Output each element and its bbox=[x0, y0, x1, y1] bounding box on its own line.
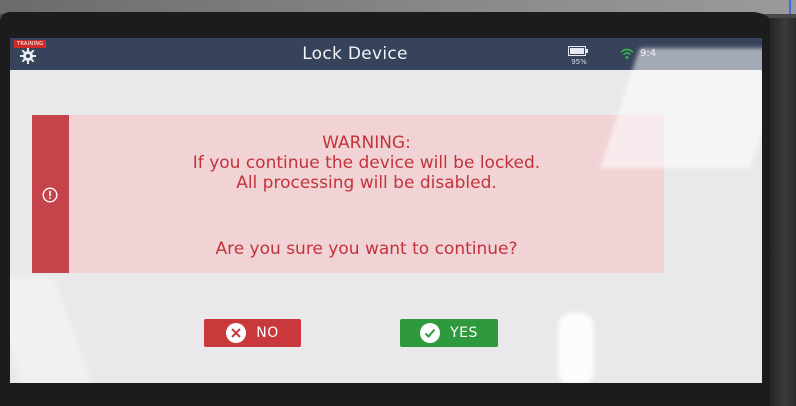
yes-button[interactable]: YES bbox=[400, 319, 498, 347]
no-button[interactable]: NO bbox=[204, 319, 301, 347]
photo-frame: TRAINING Lock Device 95% 9:4 WARNING: If… bbox=[0, 0, 796, 406]
page-title: Lock Device bbox=[302, 44, 408, 64]
screen-glare bbox=[10, 278, 95, 383]
warning-line-2: All processing will be disabled. bbox=[236, 173, 497, 193]
warning-line-1: If you continue the device will be locke… bbox=[192, 153, 541, 173]
alert-circle-icon bbox=[42, 187, 58, 203]
check-circle-icon bbox=[420, 323, 441, 343]
app-header: TRAINING Lock Device 95% 9:4 bbox=[10, 38, 762, 70]
device-side-edge bbox=[770, 18, 796, 406]
status-clock: 9:4 bbox=[640, 48, 657, 59]
confirm-question: Are you sure you want to continue? bbox=[215, 239, 518, 259]
warning-heading: WARNING: bbox=[322, 133, 411, 153]
warning-stripe bbox=[32, 115, 69, 273]
wifi-icon bbox=[620, 48, 634, 59]
screen-glare bbox=[558, 313, 594, 383]
no-button-label: NO bbox=[256, 325, 279, 341]
battery-icon bbox=[568, 46, 588, 56]
battery-percent: 95% bbox=[571, 58, 587, 66]
yes-button-label: YES bbox=[450, 325, 478, 341]
close-circle-icon bbox=[226, 323, 247, 343]
edge-mark bbox=[789, 0, 791, 14]
warning-panel: WARNING: If you continue the device will… bbox=[32, 115, 664, 273]
device-screen: TRAINING Lock Device 95% 9:4 WARNING: If… bbox=[10, 38, 762, 383]
warning-message: WARNING: If you continue the device will… bbox=[69, 115, 664, 273]
